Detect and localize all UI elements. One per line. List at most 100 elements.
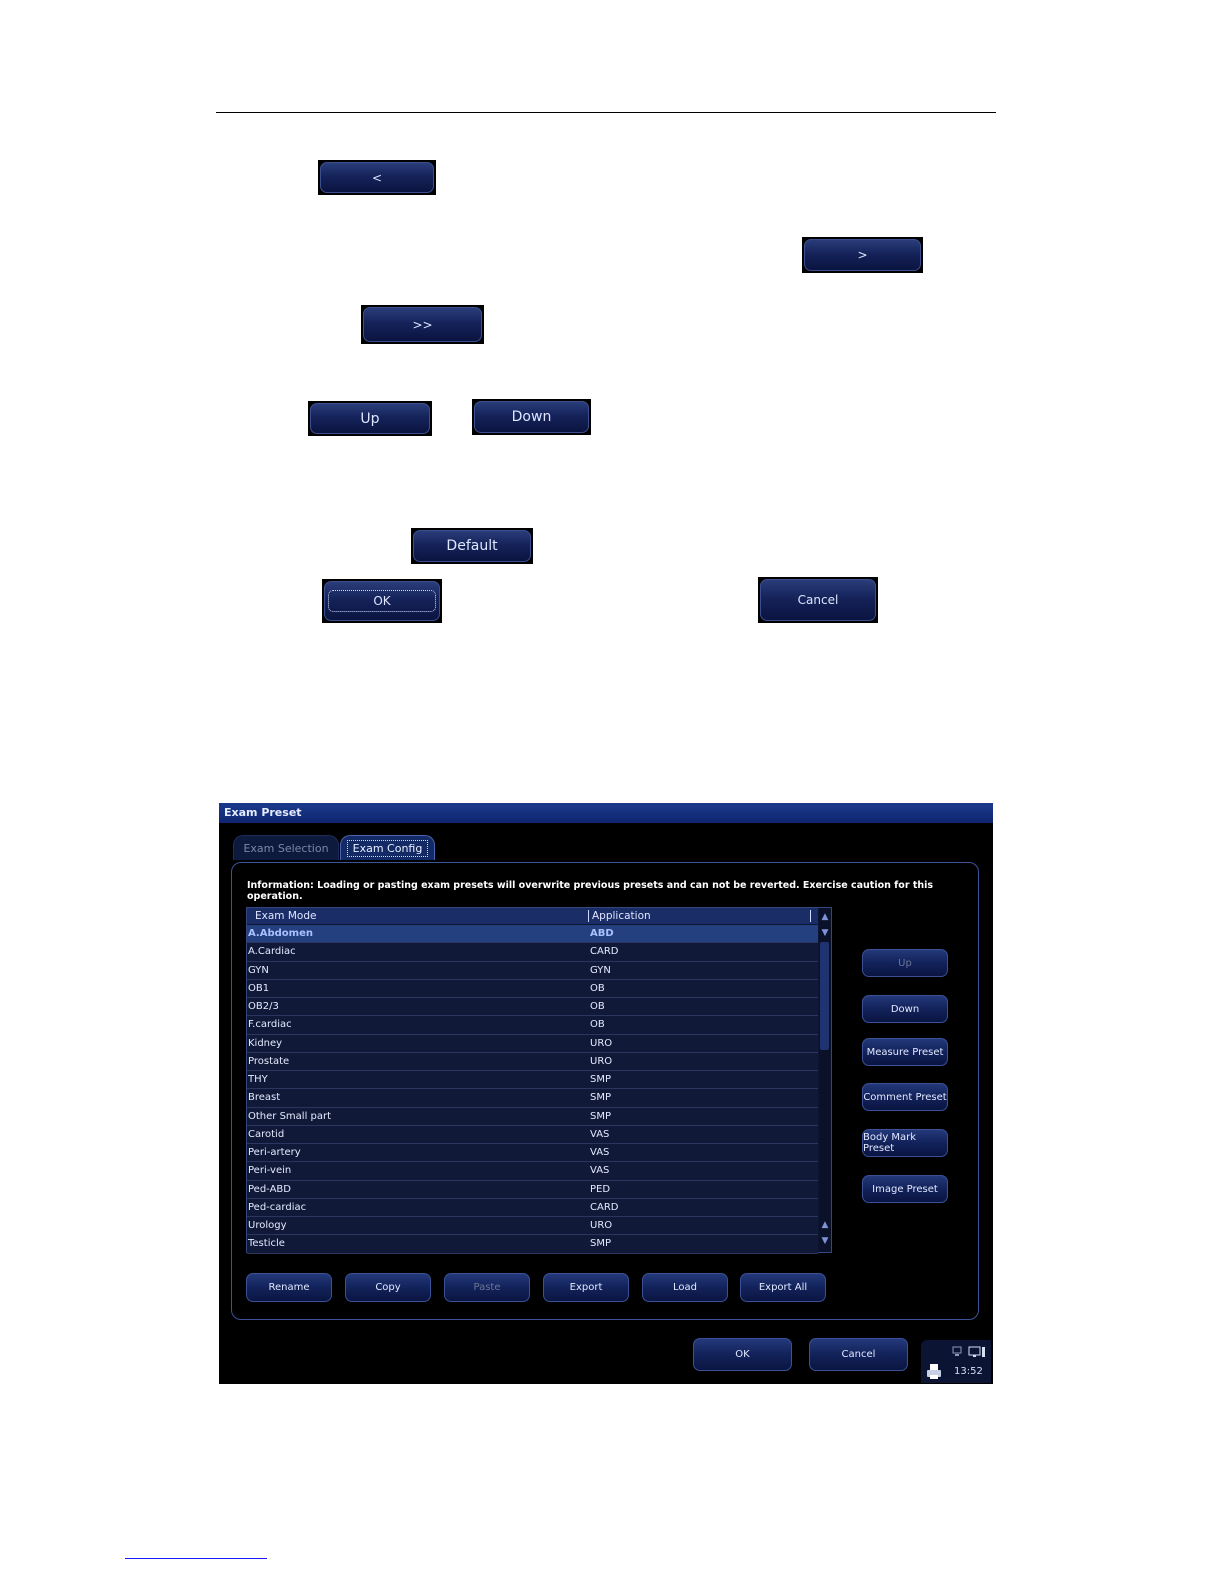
next-button-label: > (804, 239, 921, 271)
exam-mode-cell: A.Cardiac (248, 946, 296, 958)
table-row[interactable]: Urology URO (247, 1217, 818, 1236)
table-row[interactable]: GYN GYN (247, 961, 818, 980)
ok-button-sample-label: OK (328, 590, 436, 612)
scroll-page-up-arrow-icon[interactable]: ▲ (820, 1220, 830, 1230)
paste-button[interactable]: Paste (444, 1273, 530, 1302)
table-row[interactable]: THY SMP (247, 1071, 818, 1090)
table-row[interactable]: Prostate URO (247, 1052, 818, 1071)
application-cell: PED (590, 1183, 611, 1195)
previous-button[interactable]: < (318, 160, 436, 195)
cancel-button-sample-label: Cancel (760, 579, 876, 621)
application-cell: VAS (590, 1147, 610, 1158)
cancel-button[interactable]: Cancel (809, 1338, 908, 1371)
cancel-button-sample[interactable]: Cancel (758, 577, 878, 623)
exam-mode-cell: OB2/3 (248, 1001, 279, 1012)
comment-preset-button[interactable]: Comment Preset (862, 1083, 948, 1111)
default-button[interactable]: Default (411, 528, 533, 564)
exam-mode-cell: F.cardiac (248, 1019, 292, 1031)
exam-mode-cell: Breast (248, 1092, 281, 1104)
table-row[interactable]: Other Small part SMP (247, 1107, 818, 1126)
exam-mode-cell: Peri-artery (248, 1147, 301, 1158)
exam-mode-cell: Ped-ABD (248, 1183, 291, 1195)
application-cell: URO (590, 1055, 613, 1067)
scroll-page-down-arrow-icon[interactable]: ▼ (820, 1236, 830, 1246)
export-all-button[interactable]: Export All (740, 1273, 826, 1302)
table-row[interactable]: F.cardiac OB (247, 1016, 818, 1035)
scroll-thumb[interactable] (820, 942, 829, 1050)
table-row[interactable]: Kidney URO (247, 1034, 818, 1053)
table-row[interactable]: A.Abdomen ABD (247, 925, 818, 944)
default-button-label: Default (413, 530, 531, 562)
previous-button-label: < (320, 162, 434, 193)
up-button-sample[interactable]: Up (308, 401, 432, 436)
application-cell: OB (590, 982, 605, 994)
table-row[interactable]: A.Cardiac CARD (247, 943, 818, 962)
exam-mode-cell: Testicle (248, 1238, 285, 1250)
scroll-down-arrow-icon[interactable]: ▼ (820, 928, 830, 938)
application-cell: VAS (590, 1165, 610, 1177)
tab-exam-selection[interactable]: Exam Selection (233, 835, 339, 860)
exam-mode-cell: GYN (248, 964, 269, 976)
monitor-icon (968, 1346, 985, 1357)
exam-mode-cell: Other Small part (248, 1110, 332, 1122)
info-text: Information: Loading or pasting exam pre… (247, 880, 934, 902)
printer-icon (927, 1364, 941, 1379)
exam-mode-list[interactable]: Exam Mode Application A.Abdomen ABD A.Card… (246, 907, 832, 1254)
ok-button-sample[interactable]: OK (322, 579, 442, 623)
load-button[interactable]: Load (642, 1273, 728, 1302)
down-button-sample-label: Down (474, 401, 589, 433)
system-tray: 13:52 (921, 1340, 991, 1383)
exam-mode-cell: Peri-vein (248, 1165, 292, 1177)
ok-button[interactable]: OK (693, 1338, 792, 1371)
exam-mode-cell: A.Abdomen (248, 928, 313, 939)
footer-rule (125, 1558, 267, 1559)
exam-mode-cell: Ped-cardiac (248, 1201, 307, 1213)
exam-preset-window: Exam Preset Exam Selection Exam Config I… (219, 803, 993, 1384)
table-row[interactable]: Breast SMP (247, 1089, 818, 1108)
tab-exam-config[interactable]: Exam Config (340, 835, 435, 860)
measure-preset-button[interactable]: Measure Preset (862, 1038, 948, 1066)
exam-mode-cell: Carotid (248, 1128, 285, 1140)
column-header-exam-mode[interactable]: Exam Mode (255, 910, 316, 922)
move-all-button-label: >> (363, 307, 482, 342)
next-button[interactable]: > (802, 237, 923, 273)
column-divider (810, 910, 811, 922)
table-row[interactable]: Peri-vein VAS (247, 1162, 818, 1181)
tab-exam-config-label: Exam Config (346, 839, 429, 857)
column-header-application[interactable]: Application (588, 910, 651, 922)
down-button[interactable]: Down (862, 995, 948, 1023)
scroll-up-arrow-icon[interactable]: ▲ (820, 912, 830, 922)
list-scrollbar[interactable]: ▲ ▼ ▲ ▼ (819, 908, 831, 1252)
image-preset-button[interactable]: Image Preset (862, 1175, 948, 1203)
rename-button[interactable]: Rename (246, 1273, 332, 1302)
application-cell: GYN (590, 964, 611, 976)
list-rows: A.Abdomen ABD A.Cardiac CARD GYN GYN OB1 OB OB2/… (247, 925, 818, 1254)
exam-mode-cell: THY (248, 1074, 268, 1085)
list-header: Exam Mode Application (247, 908, 818, 924)
table-row[interactable]: OB1 OB (247, 979, 818, 998)
table-row[interactable]: OB2/3 OB (247, 998, 818, 1017)
move-all-button[interactable]: >> (361, 305, 484, 344)
body-mark-preset-button[interactable]: Body Mark Preset (862, 1129, 948, 1157)
table-row[interactable]: Ped-cardiac CARD (247, 1198, 818, 1217)
application-cell: OB (590, 1001, 605, 1012)
up-button[interactable]: Up (862, 949, 948, 977)
down-button-sample[interactable]: Down (472, 399, 591, 435)
copy-button[interactable]: Copy (345, 1273, 431, 1302)
application-cell: SMP (590, 1110, 612, 1122)
export-button[interactable]: Export (543, 1273, 629, 1302)
clock: 13:52 (954, 1366, 983, 1377)
exam-mode-cell: Urology (248, 1220, 287, 1231)
application-cell: SMP (590, 1238, 612, 1250)
window-title: Exam Preset (219, 803, 993, 823)
exam-mode-cell: Prostate (248, 1055, 290, 1067)
table-row[interactable]: Testicle SMP (247, 1235, 818, 1254)
exam-mode-cell: OB1 (248, 982, 270, 994)
table-row[interactable]: Carotid VAS (247, 1125, 818, 1144)
application-cell: SMP (590, 1092, 612, 1104)
exam-mode-cell: Kidney (248, 1037, 283, 1049)
application-cell: CARD (590, 946, 619, 958)
table-row[interactable]: Ped-ABD PED (247, 1180, 818, 1199)
table-row[interactable]: Peri-artery VAS (247, 1144, 818, 1163)
application-cell: SMP (590, 1074, 612, 1085)
